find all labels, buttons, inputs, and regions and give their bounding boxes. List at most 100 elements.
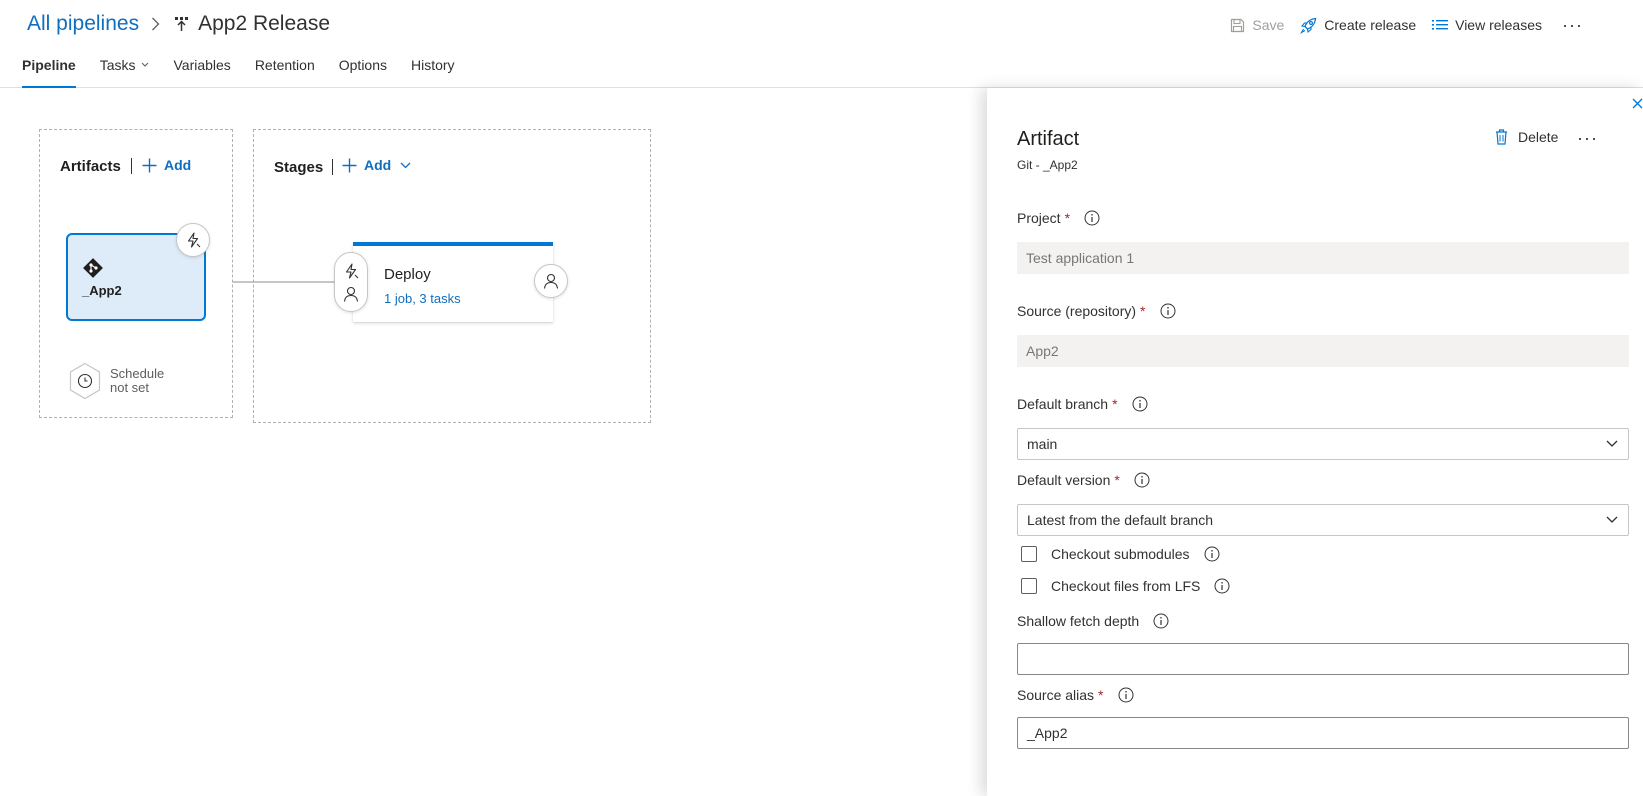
panel-subtitle: Git - _App2 (1017, 158, 1078, 172)
tab-pipeline-label: Pipeline (22, 57, 76, 73)
checkout-submodules-checkbox[interactable] (1021, 546, 1037, 562)
required-marker: * (1098, 687, 1104, 703)
tab-bar: Pipeline Tasks Variables Retention Optio… (22, 57, 479, 88)
person-icon (543, 273, 559, 289)
delete-label: Delete (1518, 129, 1559, 145)
info-icon[interactable] (1214, 578, 1230, 594)
create-release-label: Create release (1324, 17, 1417, 33)
tab-options[interactable]: Options (339, 57, 387, 88)
create-release-button[interactable]: Create release (1300, 17, 1416, 34)
info-icon[interactable] (1204, 546, 1220, 562)
more-actions-button[interactable]: ··· (1562, 16, 1583, 34)
trash-icon (1496, 129, 1507, 145)
schedule-trigger[interactable]: Schedule not set (68, 362, 164, 400)
project-field: Test application 1 (1017, 242, 1629, 274)
artifact-details-panel: Artifact Git - _App2 Delete ··· Project *… (987, 88, 1643, 796)
checkout-lfs-label: Checkout files from LFS (1051, 578, 1201, 594)
checkout-lfs-row: Checkout files from LFS (1021, 578, 1230, 594)
info-icon[interactable] (1118, 687, 1134, 703)
panel-title: Artifact (1017, 128, 1080, 150)
checkout-submodules-label: Checkout submodules (1051, 546, 1190, 562)
rocket-icon (1300, 17, 1317, 34)
toolbar: Save Create release View releases ··· (1214, 14, 1583, 36)
schedule-status: Schedule not set (110, 367, 164, 395)
artifact-name: _App2 (82, 283, 122, 298)
stage-name: Deploy (384, 266, 431, 283)
default-branch-value: main (1027, 436, 1058, 452)
add-artifact-button[interactable]: Add (142, 157, 191, 173)
tab-retention[interactable]: Retention (255, 57, 315, 88)
view-releases-button[interactable]: View releases (1432, 17, 1542, 33)
checkout-submodules-row: Checkout submodules (1021, 546, 1220, 562)
add-artifact-label: Add (164, 157, 192, 173)
schedule-line2: not set (110, 380, 150, 395)
stages-title: Stages (274, 159, 324, 176)
chevron-down-icon (1606, 440, 1618, 447)
info-icon[interactable] (1160, 303, 1176, 319)
info-icon[interactable] (1153, 613, 1169, 629)
chevron-down-icon (400, 162, 411, 168)
page-title: App2 Release (198, 12, 331, 35)
info-icon[interactable] (1134, 472, 1150, 488)
tab-variables[interactable]: Variables (173, 57, 230, 88)
chevron-right-icon (151, 17, 160, 31)
tab-pipeline[interactable]: Pipeline (22, 57, 76, 88)
continuous-deployment-trigger-button[interactable] (176, 223, 210, 257)
shallow-fetch-field-label: Shallow fetch depth (1017, 613, 1169, 629)
tab-retention-label: Retention (254, 57, 315, 73)
panel-more-button[interactable]: ··· (1577, 128, 1598, 149)
source-field-label: Source (repository) * (1017, 303, 1176, 319)
source-alias-input[interactable]: _App2 (1017, 717, 1629, 749)
clock-icon (69, 362, 101, 400)
tab-tasks[interactable]: Tasks (100, 57, 150, 88)
view-releases-label: View releases (1455, 17, 1543, 33)
source-repository-field: App2 (1017, 335, 1629, 367)
artifacts-title: Artifacts (60, 158, 121, 175)
save-icon (1231, 18, 1245, 32)
info-icon[interactable] (1084, 210, 1100, 226)
add-stage-label: Add (364, 157, 392, 173)
page-header: All pipelines App2 Release Save Create r… (0, 0, 1643, 88)
info-icon[interactable] (1132, 396, 1148, 412)
tab-history-label: History (411, 57, 455, 73)
stage-card-deploy[interactable]: Deploy 1 job, 3 tasks (353, 242, 553, 322)
add-stage-button[interactable]: Add (342, 157, 411, 173)
project-field-label: Project * (1017, 210, 1100, 226)
default-version-field-label: Default version * (1017, 472, 1150, 488)
save-button[interactable]: Save (1230, 17, 1284, 33)
chevron-down-icon (1606, 516, 1618, 523)
required-marker: * (1064, 210, 1071, 226)
breadcrumb: All pipelines App2 Release (27, 10, 330, 38)
tab-options-label: Options (338, 57, 387, 73)
checkout-lfs-checkbox[interactable] (1021, 578, 1037, 594)
source-label: Source (repository) (1017, 303, 1137, 319)
source-alias-field-label: Source alias * (1017, 687, 1134, 703)
chevron-down-icon (142, 62, 149, 67)
close-panel-button[interactable] (1632, 96, 1643, 114)
required-marker: * (1140, 303, 1146, 319)
stage-summary-link[interactable]: 1 job, 3 tasks (384, 291, 461, 306)
artifacts-divider (131, 158, 132, 174)
git-icon (83, 258, 103, 278)
post-deployment-conditions-button[interactable] (534, 264, 568, 298)
list-icon (1432, 19, 1449, 30)
default-branch-select[interactable]: main (1017, 428, 1629, 460)
default-version-select[interactable]: Latest from the default branch (1017, 504, 1629, 536)
project-label: Project (1017, 210, 1061, 226)
required-marker: * (1114, 472, 1120, 488)
person-icon[interactable] (343, 286, 359, 302)
lightning-icon[interactable] (343, 262, 359, 279)
delete-artifact-button[interactable]: Delete (1495, 129, 1558, 145)
all-pipelines-link[interactable]: All pipelines (27, 12, 139, 36)
shallow-fetch-label: Shallow fetch depth (1017, 613, 1140, 629)
release-pipeline-icon (174, 16, 189, 32)
shallow-fetch-depth-input[interactable] (1017, 643, 1629, 675)
stages-divider (332, 159, 333, 175)
lightning-icon (187, 232, 201, 248)
tab-tasks-label: Tasks (99, 57, 136, 73)
schedule-line1: Schedule (110, 366, 165, 381)
save-label: Save (1252, 17, 1285, 33)
default-version-label: Default version (1017, 472, 1111, 488)
tab-history[interactable]: History (411, 57, 455, 88)
default-version-value: Latest from the default branch (1027, 512, 1213, 528)
